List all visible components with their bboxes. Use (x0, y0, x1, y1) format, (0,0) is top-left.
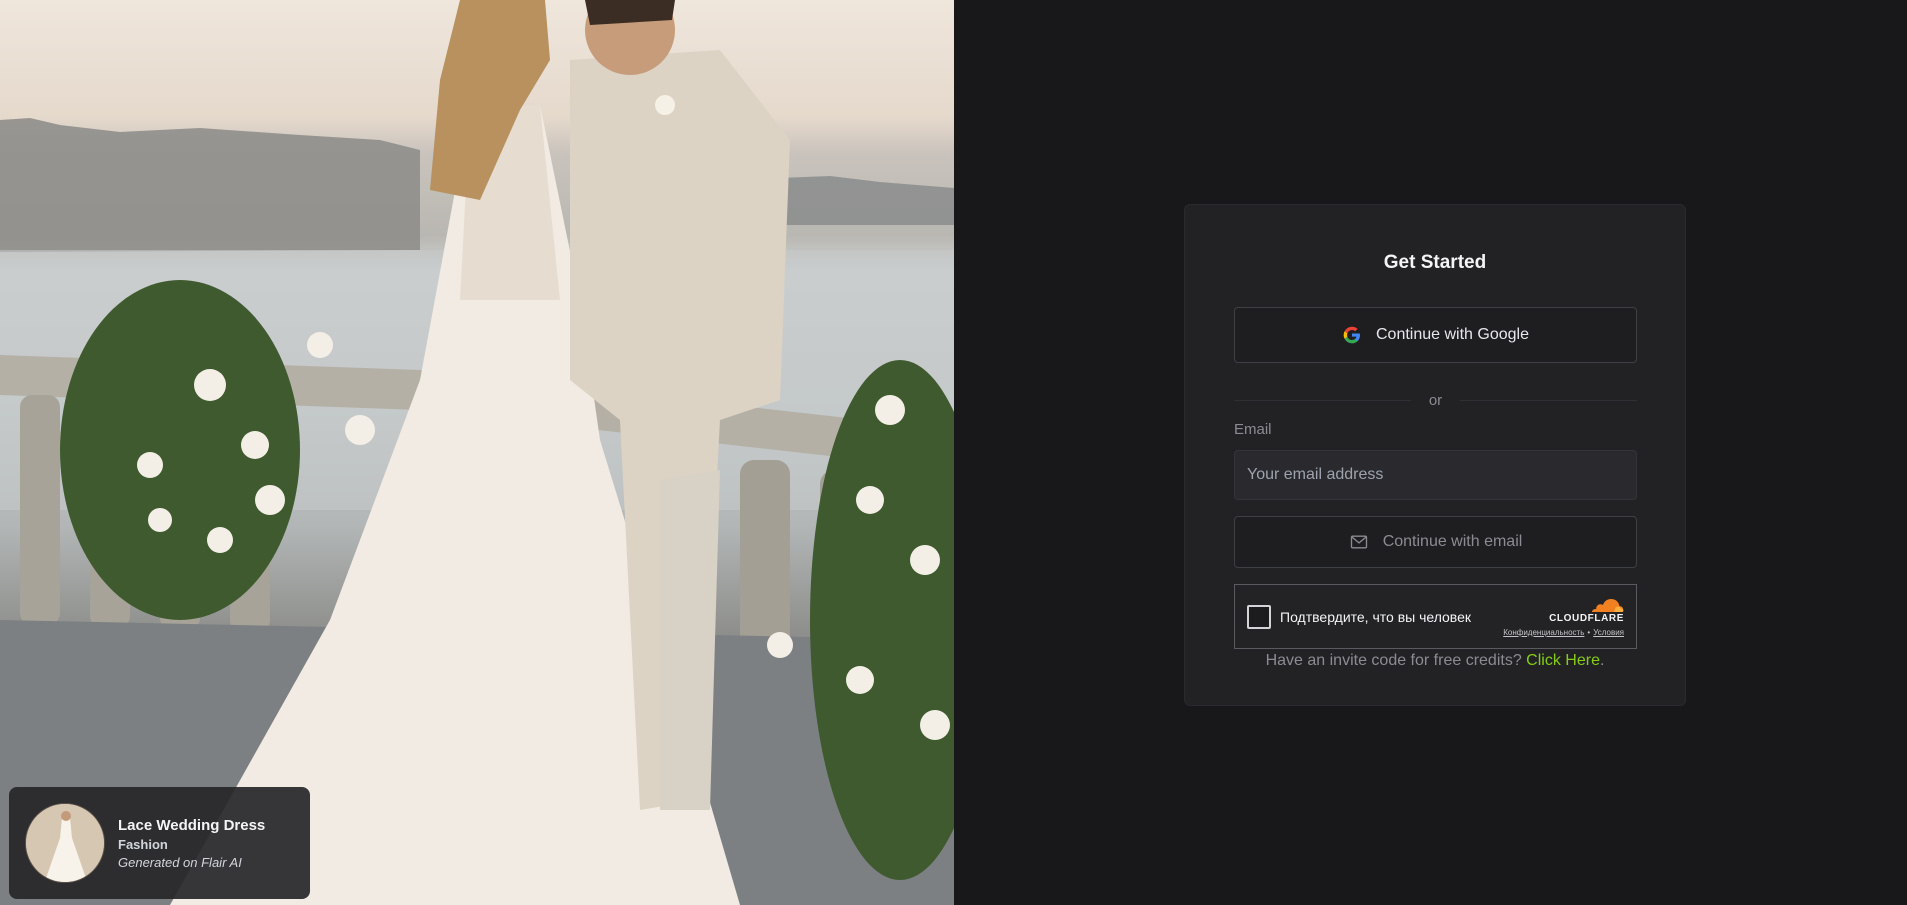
captcha-links: Конфиденциальность • Условия (1503, 628, 1624, 637)
cloudflare-logo: CLOUDFLARE (1549, 597, 1624, 624)
invite-prompt-text: Have an invite code for free credits? (1265, 652, 1522, 669)
credit-title: Lace Wedding Dress (118, 816, 266, 834)
wedding-photo-illustration (0, 0, 954, 905)
mail-icon (1350, 535, 1367, 549)
auth-title: Get Started (1383, 252, 1487, 273)
credit-attribution: Generated on Flair AI (118, 854, 242, 870)
credit-category: Fashion (118, 836, 168, 852)
credit-thumbnail (25, 803, 105, 883)
divider-line-right (1460, 399, 1637, 401)
credit-text: Lace Wedding Dress Fashion Generated on … (118, 817, 265, 870)
cloudflare-wordmark: CLOUDFLARE (1549, 612, 1624, 624)
invite-click-here-link[interactable]: Click Here (1526, 652, 1600, 669)
dress-thumbnail-icon (26, 804, 104, 882)
email-input[interactable] (1234, 450, 1637, 500)
cloudflare-cloud-icon (1592, 598, 1624, 612)
google-icon (1343, 326, 1360, 344)
auth-panel: Get Started Continue with Google or Emai… (954, 0, 1907, 905)
continue-with-google-button[interactable]: Continue with Google (1234, 307, 1637, 363)
divider-text: or (1428, 391, 1443, 409)
captcha-checkbox[interactable] (1247, 604, 1271, 629)
privacy-link[interactable]: Конфиденциальность (1503, 628, 1584, 637)
image-credit-card: Lace Wedding Dress Fashion Generated on … (9, 787, 310, 899)
invite-suffix: . (1599, 652, 1605, 669)
hero-image-panel: Lace Wedding Dress Fashion Generated on … (0, 0, 954, 905)
captcha-prompt: Подтвердите, что вы человек (1280, 608, 1471, 625)
links-separator: • (1587, 627, 1591, 637)
google-button-label: Continue with Google (1376, 326, 1529, 343)
terms-link[interactable]: Условия (1593, 628, 1624, 637)
invite-code-prompt: Have an invite code for free credits? Cl… (1185, 652, 1685, 670)
continue-with-email-button[interactable]: Continue with email (1234, 516, 1637, 568)
email-label: Email (1234, 421, 1272, 438)
cloudflare-captcha-widget: Подтвердите, что вы человек CLOUDFLARE К… (1234, 584, 1637, 649)
captcha-branding: CLOUDFLARE Конфиденциальность • Условия (1503, 597, 1624, 637)
email-button-label: Continue with email (1382, 533, 1523, 550)
divider-line-left (1234, 399, 1411, 401)
or-divider: or (1234, 391, 1637, 409)
auth-card: Get Started Continue with Google or Emai… (1184, 204, 1686, 706)
page: Lace Wedding Dress Fashion Generated on … (0, 0, 1907, 905)
